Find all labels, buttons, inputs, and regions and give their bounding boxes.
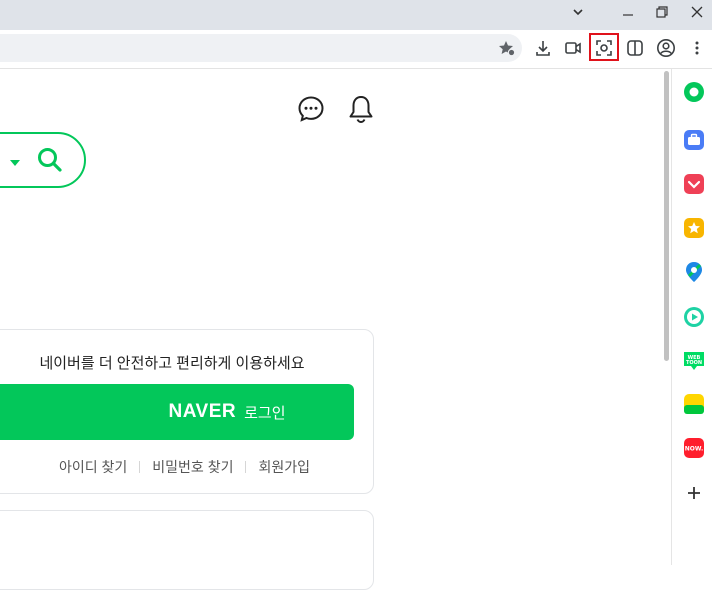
search-box[interactable] bbox=[0, 132, 86, 188]
bookmark-star-icon[interactable] bbox=[493, 34, 521, 62]
more-icon[interactable] bbox=[683, 34, 711, 62]
page-scrollbar[interactable] bbox=[662, 69, 671, 565]
login-links: 아이디 찾기 비밀번호 찾기 회원가입 bbox=[20, 457, 310, 477]
profile-icon[interactable] bbox=[652, 34, 680, 62]
find-password-link[interactable]: 비밀번호 찾기 bbox=[152, 457, 233, 477]
play-icon[interactable] bbox=[683, 306, 705, 328]
map-pin-icon[interactable] bbox=[683, 261, 705, 283]
now-icon[interactable]: NOW. bbox=[683, 437, 705, 459]
tab-search-chevron-down-icon[interactable] bbox=[561, 0, 595, 24]
signup-link[interactable]: 회원가입 bbox=[258, 457, 310, 477]
naver-login-button[interactable]: NAVER 로그인 bbox=[0, 384, 354, 440]
login-button-label: 로그인 bbox=[244, 404, 286, 422]
svg-text:NOW.: NOW. bbox=[685, 446, 704, 453]
pocket-icon[interactable] bbox=[683, 173, 705, 195]
restore-icon[interactable] bbox=[645, 0, 679, 24]
link-divider bbox=[139, 461, 141, 473]
dropdown-arrow-icon[interactable] bbox=[10, 155, 20, 173]
minimize-icon[interactable] bbox=[611, 0, 645, 24]
chat-icon[interactable] bbox=[297, 95, 325, 123]
star-icon[interactable] bbox=[683, 217, 705, 239]
content-card bbox=[0, 510, 374, 590]
title-bar bbox=[0, 0, 712, 30]
svg-text:TOON: TOON bbox=[686, 360, 702, 366]
video-icon[interactable] bbox=[559, 34, 587, 62]
side-panel: WEB TOON NOW. bbox=[671, 69, 712, 565]
add-icon[interactable] bbox=[683, 482, 705, 504]
close-icon[interactable] bbox=[680, 0, 712, 24]
search-icon[interactable] bbox=[36, 146, 64, 179]
link-divider bbox=[245, 461, 247, 473]
briefcase-icon[interactable] bbox=[683, 129, 705, 151]
memo-icon[interactable] bbox=[683, 393, 705, 415]
split-view-icon[interactable] bbox=[621, 34, 649, 62]
page-content: 네이버를 더 안전하고 편리하게 이용하세요 NAVER 로그인 아이디 찾기 … bbox=[0, 69, 662, 590]
scrollbar-thumb[interactable] bbox=[664, 71, 669, 361]
download-icon[interactable] bbox=[529, 34, 557, 62]
bell-icon[interactable] bbox=[347, 94, 375, 124]
naver-icon[interactable] bbox=[683, 81, 705, 103]
login-button-brand: NAVER bbox=[168, 401, 237, 422]
webtoon-icon[interactable]: WEB TOON bbox=[683, 349, 705, 371]
login-message: 네이버를 더 안전하고 편리하게 이용하세요 bbox=[39, 355, 305, 372]
find-id-link[interactable]: 아이디 찾기 bbox=[59, 457, 127, 477]
screenshot-highlight-box bbox=[589, 33, 619, 61]
address-bar[interactable] bbox=[0, 34, 522, 62]
